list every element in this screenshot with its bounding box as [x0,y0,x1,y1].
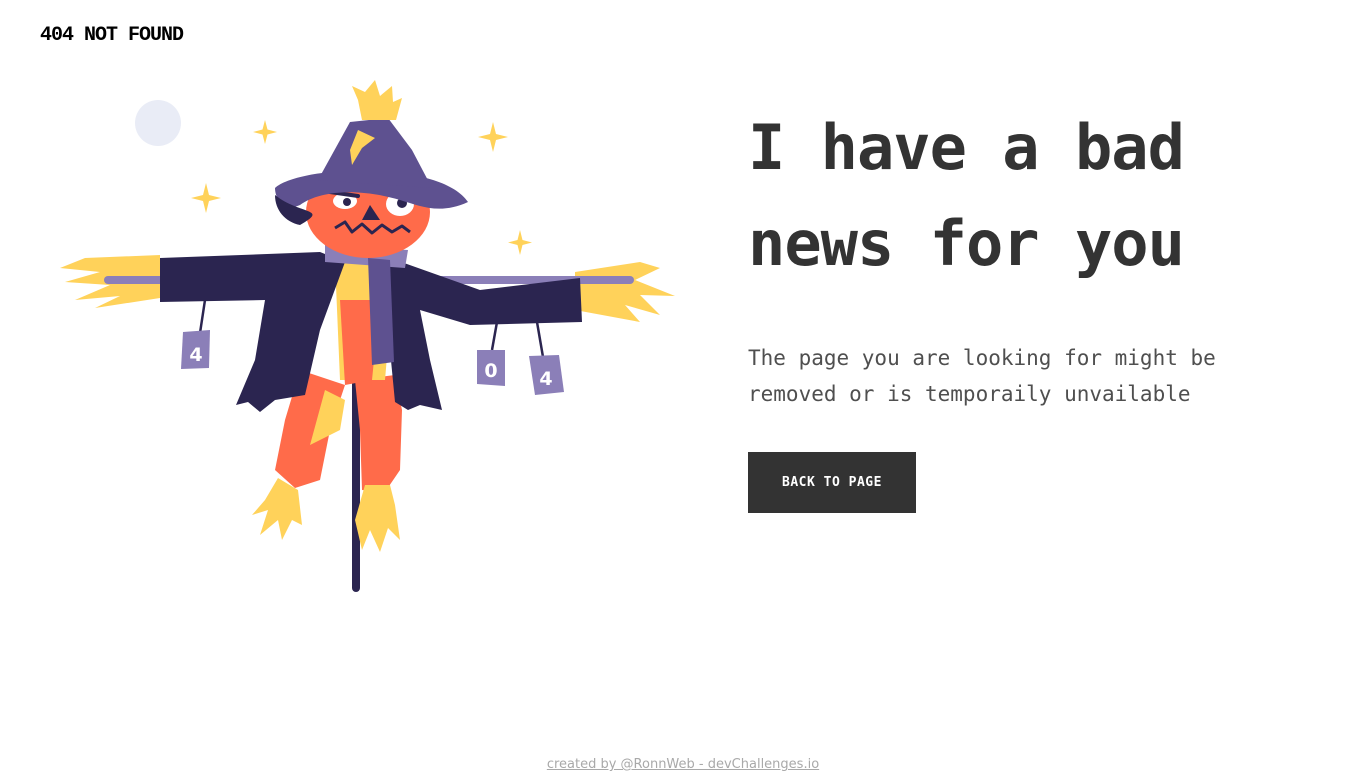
footer-credit-link[interactable]: created by @RonnWeb - devChallenges.io [547,757,819,772]
page-headline: I have a bad news for you [748,100,1328,292]
error-content: I have a bad news for you The page you a… [748,100,1328,513]
moon-icon [135,100,181,146]
footer: created by @RonnWeb - devChallenges.io [0,757,1366,772]
back-to-page-button[interactable]: BACK TO PAGE [748,452,916,513]
svg-text:4: 4 [539,368,552,390]
headline-line-2: news for you [748,207,1185,280]
headline-line-1: I have a bad [748,111,1185,184]
svg-text:0: 0 [484,360,497,382]
brand-title: 404 NOT FOUND [40,24,184,47]
svg-text:4: 4 [189,344,202,366]
error-message: The page you are looking for might be re… [748,346,1216,406]
scarecrow-illustration: 4 0 4 [60,80,675,592]
